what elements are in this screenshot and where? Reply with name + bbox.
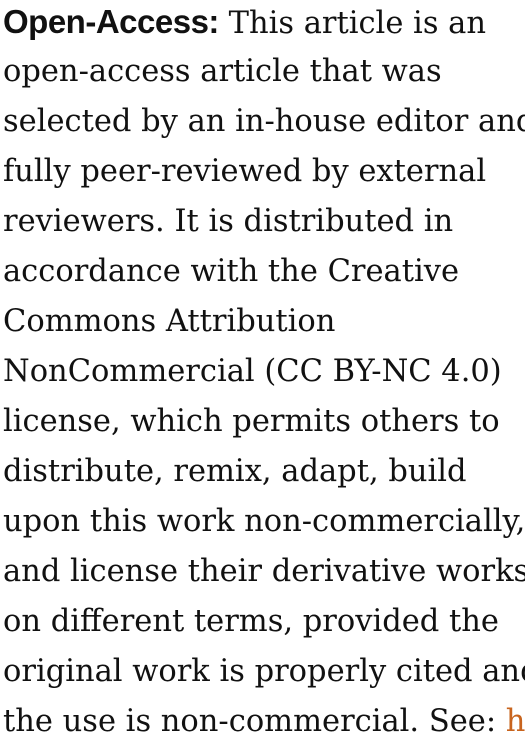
- notice-text-line: open-access article that was: [3, 54, 442, 89]
- notice-text-line: reviewers. It is distributed in: [3, 204, 454, 239]
- notice-text-line: the use is non-commercial. See:: [3, 704, 506, 739]
- notice-text-line: license, which permits others to: [3, 404, 500, 439]
- notice-text-line: and license their derivative works: [3, 554, 525, 589]
- notice-text-line: upon this work non-commercially,: [3, 504, 525, 539]
- notice-text-line: accordance with the Creative: [3, 254, 460, 289]
- notice-text-line: Commons Attribution: [3, 304, 336, 339]
- notice-text-line: fully peer-reviewed by external: [3, 154, 487, 189]
- open-access-label: Open-Access:: [3, 3, 219, 40]
- notice-line-1: Open-Access: This article is an: [3, 2, 486, 44]
- license-link[interactable]: htt: [506, 704, 525, 739]
- notice-text-line: selected by an in-house editor and: [3, 104, 525, 139]
- notice-text-line: original work is properly cited and: [3, 654, 525, 689]
- notice-text-line: distribute, remix, adapt, build: [3, 454, 467, 489]
- notice-text-line: This article is an: [218, 6, 486, 41]
- notice-text-line: NonCommercial (CC BY-NC 4.0): [3, 354, 502, 389]
- notice-text-line: on different terms, provided the: [3, 604, 499, 639]
- open-access-notice: Open-Access: This article is an open-acc…: [0, 0, 525, 740]
- notice-line-last: the use is non-commercial. See: htt: [3, 702, 525, 740]
